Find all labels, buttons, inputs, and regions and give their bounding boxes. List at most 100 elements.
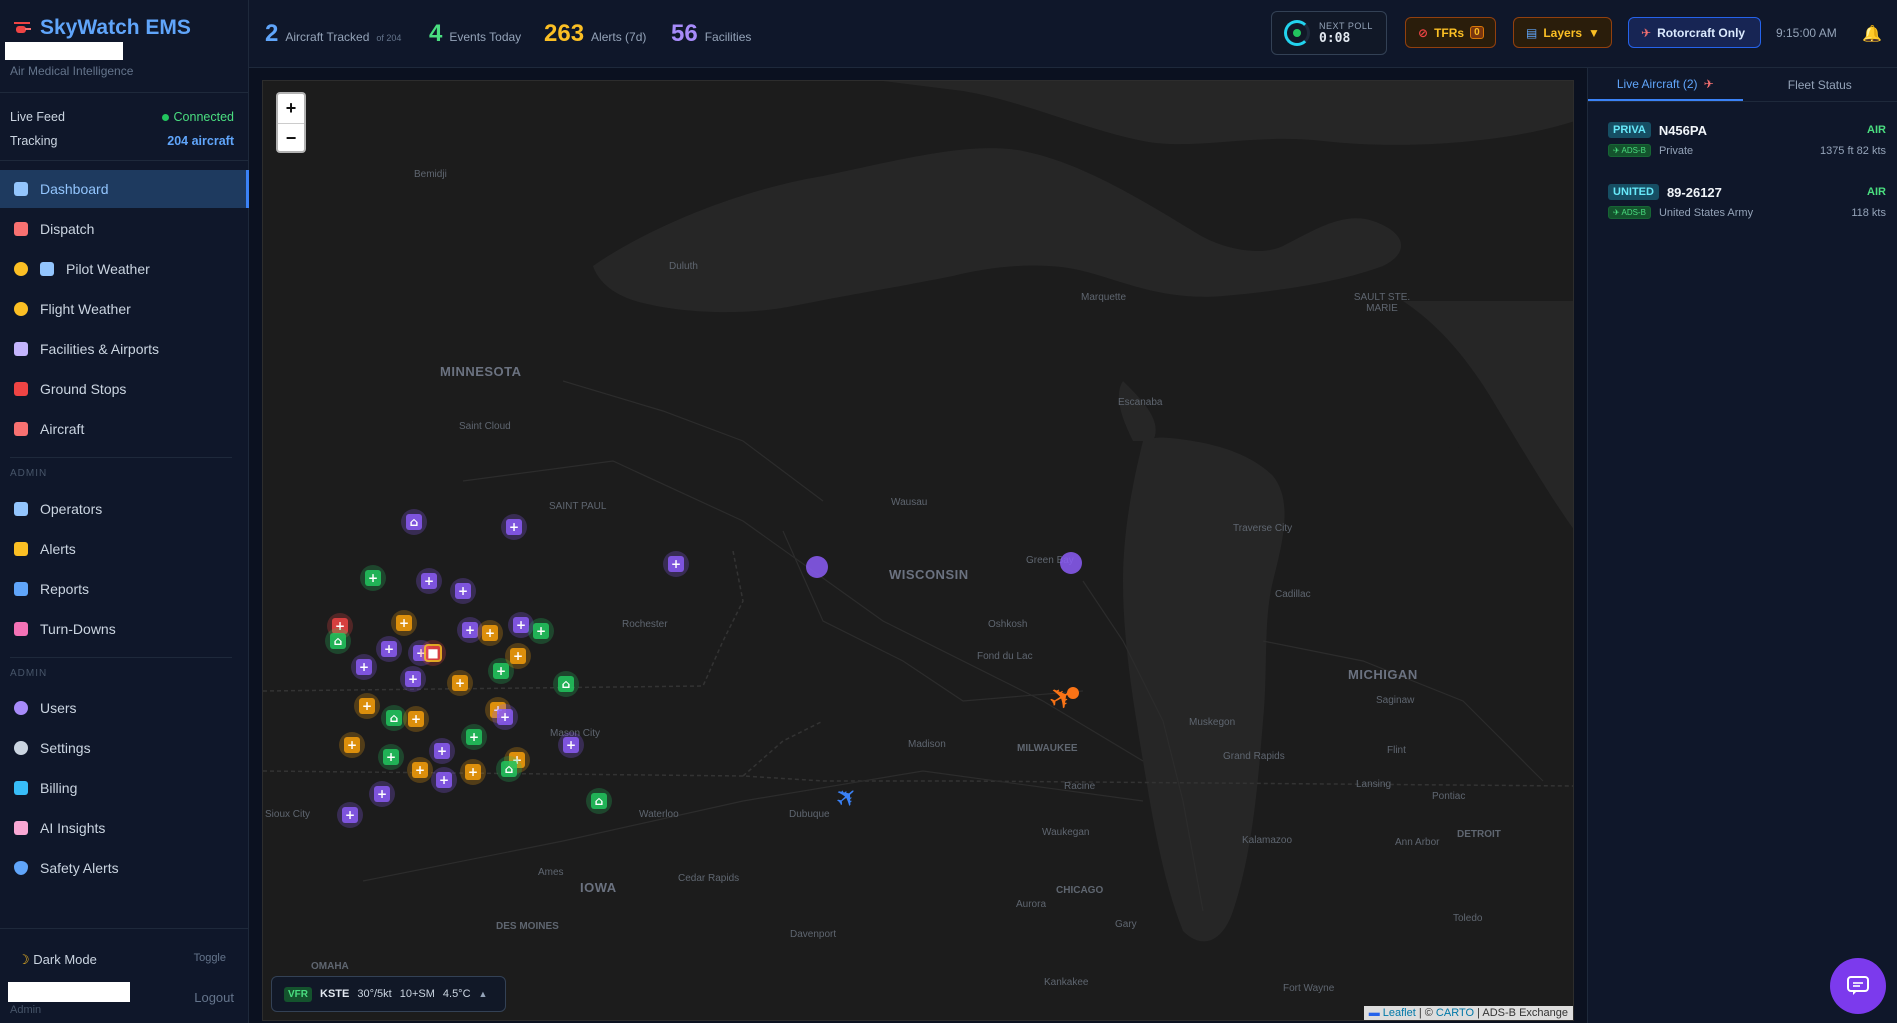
- facility-marker[interactable]: +: [351, 654, 377, 680]
- tab-live-aircraft[interactable]: Live Aircraft (2) ✈: [1588, 68, 1743, 101]
- nav-ai-insights[interactable]: AI Insights: [0, 809, 249, 847]
- nav-dashboard[interactable]: Dashboard: [0, 170, 249, 208]
- divider: [10, 457, 232, 458]
- aircraft-label: Aircraft Tracked: [285, 30, 370, 44]
- tracking-row: Tracking 204 aircraft: [10, 134, 234, 148]
- map-view[interactable]: MINNESOTA WISCONSIN MICHIGAN IOWA Bemidj…: [262, 80, 1574, 1021]
- facility-marker[interactable]: +: [360, 565, 386, 591]
- zoom-in-button[interactable]: +: [278, 94, 304, 123]
- tab-fleet-label: Fleet Status: [1787, 77, 1852, 92]
- facility-marker[interactable]: +: [369, 781, 395, 807]
- nav-label: Flight Weather: [40, 301, 131, 317]
- facility-marker[interactable]: +: [339, 732, 365, 758]
- nav-dispatch[interactable]: Dispatch: [0, 210, 249, 248]
- nav-users[interactable]: Users: [0, 689, 249, 727]
- facility-marker[interactable]: +: [450, 578, 476, 604]
- poll-label: NEXT POLL: [1319, 20, 1373, 31]
- helicopter-icon: ✈: [1641, 25, 1652, 40]
- zoom-control: + −: [276, 92, 306, 153]
- sun-cloud-icon: [14, 262, 28, 276]
- dark-mode-row[interactable]: ☽ Dark Mode Toggle: [18, 952, 226, 968]
- facility-marker[interactable]: +: [354, 693, 380, 719]
- hospital-marker[interactable]: ⌂: [325, 628, 351, 654]
- hospital-marker[interactable]: ⌂: [553, 671, 579, 697]
- facility-marker[interactable]: +: [505, 643, 531, 669]
- nav-alerts[interactable]: Alerts: [0, 530, 249, 568]
- facility-marker[interactable]: +: [558, 732, 584, 758]
- operator-name: Private: [1658, 144, 1694, 157]
- medical-cross-icon: +: [439, 773, 449, 787]
- tfrs-button[interactable]: ⊘ TFRs 0: [1405, 17, 1496, 48]
- brand[interactable]: SkyWatch EMS: [12, 16, 191, 40]
- hospital-marker[interactable]: ⌂: [586, 788, 612, 814]
- nav-settings[interactable]: Settings: [0, 729, 249, 767]
- nav-operators[interactable]: Operators: [0, 490, 249, 528]
- facility-marker[interactable]: +: [429, 738, 455, 764]
- helicopter-marker-89-26127[interactable]: ✈: [829, 779, 865, 816]
- facility-marker[interactable]: +: [460, 759, 486, 785]
- facility-marker[interactable]: +: [400, 666, 426, 692]
- selected-facility-marker[interactable]: ■: [420, 640, 446, 666]
- dark-mode-toggle[interactable]: Toggle: [194, 952, 226, 968]
- nav-turn-downs[interactable]: Turn-Downs: [0, 610, 249, 648]
- logout-link[interactable]: Logout: [194, 990, 234, 1005]
- hospital-marker[interactable]: ⌂: [496, 756, 522, 782]
- notifications-bell-icon[interactable]: 🔔: [1862, 24, 1882, 44]
- poll-progress-icon: [1284, 20, 1310, 46]
- nav-facilities[interactable]: Facilities & Airports: [0, 330, 249, 368]
- facility-marker[interactable]: +: [378, 744, 404, 770]
- leaflet-link[interactable]: Leaflet: [1383, 1007, 1416, 1019]
- divider: [0, 92, 249, 93]
- facility-marker[interactable]: +: [447, 670, 473, 696]
- facility-marker[interactable]: +: [416, 568, 442, 594]
- nav-reports[interactable]: Reports: [0, 570, 249, 608]
- facility-marker[interactable]: +: [492, 704, 518, 730]
- medical-cross-icon: +: [500, 710, 510, 724]
- no-entry-icon: ⊘: [1418, 25, 1429, 40]
- helicopter-icon: [14, 422, 28, 436]
- nav-billing[interactable]: Billing: [0, 769, 249, 807]
- facility-marker[interactable]: +: [391, 610, 417, 636]
- medical-cross-icon: +: [347, 738, 357, 752]
- facility-marker[interactable]: +: [376, 636, 402, 662]
- facility-marker[interactable]: +: [461, 724, 487, 750]
- nav-flight-weather[interactable]: Flight Weather: [0, 290, 249, 328]
- helicopter-icon: ✈: [1703, 76, 1714, 91]
- tab-live-label: Live Aircraft (2): [1616, 76, 1698, 91]
- facility-marker[interactable]: +: [337, 802, 363, 828]
- facility-marker[interactable]: +: [431, 767, 457, 793]
- facility-marker[interactable]: +: [403, 706, 429, 732]
- carto-link[interactable]: CARTO: [1436, 1007, 1474, 1019]
- facility-marker[interactable]: +: [663, 551, 689, 577]
- nav-aircraft[interactable]: Aircraft: [0, 410, 249, 448]
- hospital-marker[interactable]: ⌂: [401, 509, 427, 535]
- building-icon: [14, 502, 28, 516]
- rotorcraft-only-toggle[interactable]: ✈ Rotorcraft Only: [1628, 17, 1761, 48]
- cluster-marker[interactable]: [806, 556, 828, 578]
- weather-widget[interactable]: VFR KSTE 30°/5kt 10+SM 4.5°C ▲: [271, 976, 506, 1012]
- source-badge: ✈ ADS-B: [1608, 206, 1651, 219]
- nav-ground-stops[interactable]: Ground Stops: [0, 370, 249, 408]
- medical-cross-icon: +: [536, 624, 546, 638]
- tab-fleet-status[interactable]: Fleet Status: [1743, 68, 1897, 101]
- nav-pilot-weather[interactable]: Pilot Weather: [0, 250, 249, 288]
- facility-marker[interactable]: +: [477, 620, 503, 646]
- facility-marker[interactable]: +: [501, 514, 527, 540]
- facility-marker[interactable]: +: [528, 618, 554, 644]
- cluster-marker[interactable]: [1060, 552, 1082, 574]
- nav-safety-alerts[interactable]: Safety Alerts: [0, 849, 249, 887]
- aircraft-row[interactable]: PRIVA N456PA AIR ✈ ADS-B Private 1375 ft…: [1608, 122, 1886, 168]
- nav-label: Reports: [40, 581, 90, 597]
- top-bar: 2 Aircraft Tracked of 204 4 Events Today…: [249, 0, 1897, 68]
- facility-marker[interactable]: +: [407, 757, 433, 783]
- nav-label: Aircraft: [40, 421, 85, 437]
- layers-dropdown[interactable]: ▤ Layers ▼: [1513, 17, 1612, 48]
- chat-button[interactable]: [1830, 958, 1886, 1014]
- events-label: Events Today: [449, 30, 522, 44]
- helicopter-marker-n456pa[interactable]: ✈: [1043, 678, 1081, 719]
- aircraft-row[interactable]: UNITED 89-26127 AIR ✈ ADS-B United State…: [1608, 184, 1886, 230]
- medical-cross-icon: +: [424, 574, 434, 588]
- weather-station: KSTE: [320, 988, 350, 1000]
- aircraft-panel: Live Aircraft (2) ✈ Fleet Status PRIVA N…: [1587, 68, 1897, 1023]
- zoom-out-button[interactable]: −: [278, 123, 304, 152]
